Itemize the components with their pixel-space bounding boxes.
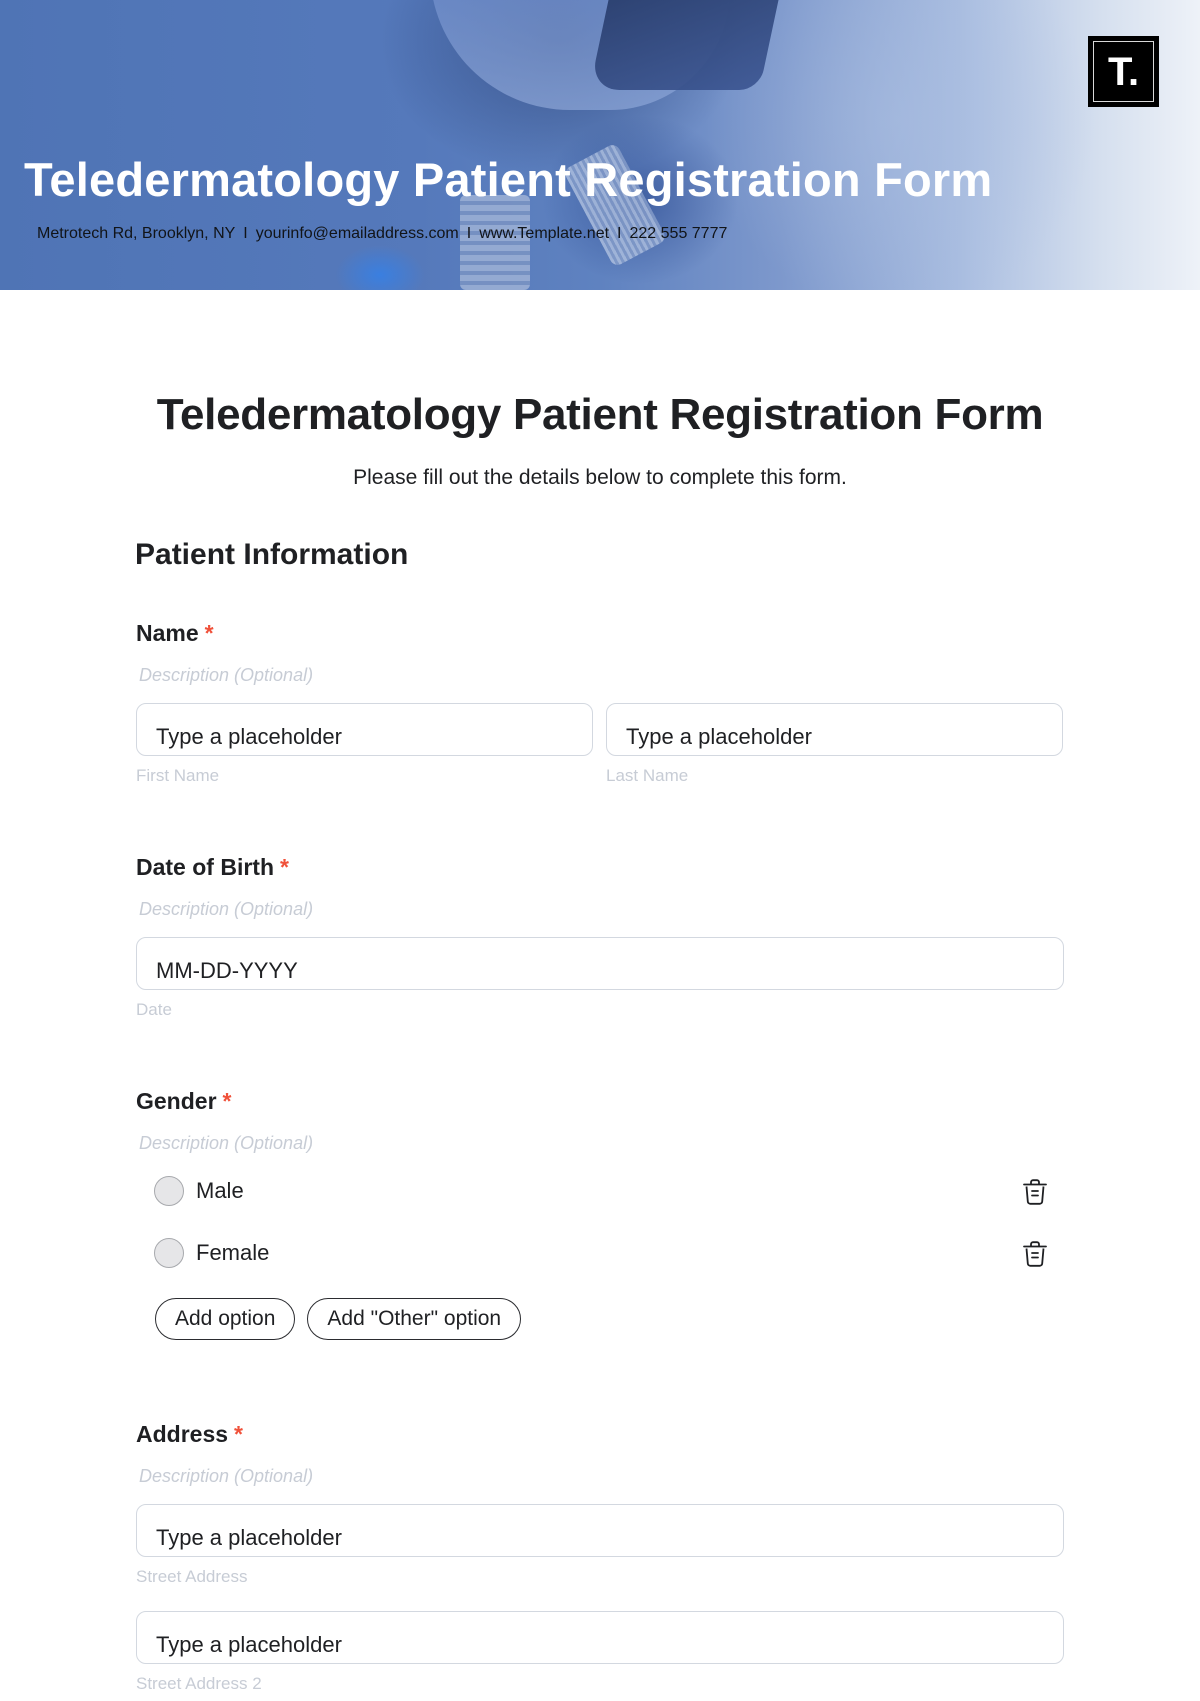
field-gender: Gender * Description (Optional) Male Fema… bbox=[136, 1088, 1064, 1340]
field-description[interactable]: Description (Optional) bbox=[139, 1466, 1064, 1487]
label-text: Address bbox=[136, 1421, 229, 1447]
date-sublabel: Date bbox=[136, 1000, 172, 1019]
radio-label[interactable]: Female bbox=[196, 1240, 269, 1266]
radio-option-female[interactable]: Female bbox=[136, 1222, 1064, 1284]
field-label: Name * bbox=[136, 620, 1064, 647]
trash-icon[interactable] bbox=[1022, 1240, 1048, 1268]
required-marker: * bbox=[234, 1421, 243, 1447]
radio-option-male[interactable]: Male bbox=[136, 1160, 1064, 1222]
add-other-option-button[interactable]: Add "Other" option bbox=[307, 1298, 522, 1340]
label-text: Name bbox=[136, 620, 199, 646]
logo-glyph: T. bbox=[1107, 49, 1140, 94]
field-name: Name * Description (Optional) Type a plac… bbox=[136, 620, 1064, 786]
field-description[interactable]: Description (Optional) bbox=[139, 1133, 1064, 1154]
field-description[interactable]: Description (Optional) bbox=[139, 665, 1064, 686]
glove-image bbox=[335, 245, 425, 290]
field-date-of-birth: Date of Birth * Description (Optional) MM… bbox=[136, 854, 1064, 1020]
contact-line: Metrotech Rd, Brooklyn, NY Iyourinfo@emai… bbox=[37, 225, 727, 243]
add-option-button[interactable]: Add option bbox=[155, 1298, 296, 1340]
label-text: Date of Birth bbox=[136, 854, 274, 880]
street-address-sublabel: Street Address bbox=[136, 1567, 248, 1586]
required-marker: * bbox=[222, 1088, 232, 1114]
label-text: Gender bbox=[136, 1088, 217, 1114]
radio-label[interactable]: Male bbox=[196, 1178, 244, 1204]
form-subtitle: Please fill out the details below to com… bbox=[353, 466, 847, 489]
last-name-sublabel: Last Name bbox=[606, 766, 689, 785]
contact-phone: 222 555 7777 bbox=[629, 225, 728, 242]
contact-email: yourinfo@emailaddress.com bbox=[255, 225, 459, 242]
contact-address: Metrotech Rd, Brooklyn, NY bbox=[37, 225, 236, 242]
radio-button[interactable] bbox=[154, 1238, 184, 1268]
field-label: Gender * bbox=[136, 1088, 1064, 1115]
radio-button[interactable] bbox=[154, 1176, 184, 1206]
template-logo-icon: T. bbox=[1088, 36, 1159, 107]
trash-icon[interactable] bbox=[1022, 1178, 1048, 1206]
street-address-2-sublabel: Street Address 2 bbox=[136, 1674, 262, 1693]
date-of-birth-input[interactable]: MM-DD-YYYY bbox=[136, 937, 1064, 990]
contact-website: www.Template.net bbox=[479, 225, 610, 242]
section-title: Patient Information bbox=[135, 538, 409, 571]
last-name-input[interactable]: Type a placeholder bbox=[606, 703, 1063, 756]
first-name-sublabel: First Name bbox=[136, 766, 220, 785]
separator: I bbox=[617, 225, 622, 242]
field-description[interactable]: Description (Optional) bbox=[139, 899, 1064, 920]
first-name-input[interactable]: Type a placeholder bbox=[136, 703, 593, 756]
field-label: Date of Birth * bbox=[136, 854, 1064, 881]
form-title: Teledermatology Patient Registration For… bbox=[156, 390, 1044, 439]
field-label: Address * bbox=[136, 1421, 1064, 1448]
required-marker: * bbox=[280, 854, 289, 880]
required-marker: * bbox=[204, 620, 214, 646]
header-banner: Teledermatology Patient Registration For… bbox=[0, 0, 1200, 290]
street-address-2-input[interactable]: Type a placeholder bbox=[136, 1611, 1064, 1664]
field-address: Address * Description (Optional) Type a p… bbox=[136, 1421, 1064, 1694]
microscope-head-image bbox=[589, 0, 781, 90]
separator: I bbox=[243, 225, 248, 242]
street-address-input[interactable]: Type a placeholder bbox=[136, 1504, 1064, 1557]
separator: I bbox=[466, 225, 472, 242]
banner-title: Teledermatology Patient Registration For… bbox=[24, 153, 993, 206]
